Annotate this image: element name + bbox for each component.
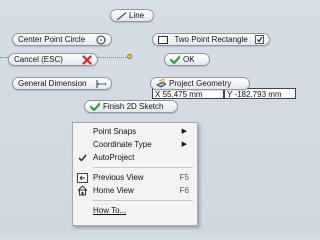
- finish-sketch-button[interactable]: Finish 2D Sketch: [84, 100, 178, 113]
- two-point-rectangle-button[interactable]: Two Point Rectangle: [152, 33, 270, 46]
- project-geometry-icon: [156, 78, 166, 89]
- previous-view-icon: [77, 172, 88, 183]
- dimension-icon: [96, 79, 106, 89]
- submenu-arrow-icon: ▶: [181, 141, 187, 148]
- ok-check-icon: [170, 54, 180, 65]
- menu-separator: [93, 200, 193, 201]
- submenu-arrow-icon: ▶: [181, 128, 187, 135]
- circle-icon: [96, 35, 106, 45]
- finish-check-icon: [90, 101, 100, 112]
- general-dimension-button[interactable]: General Dimension: [12, 77, 112, 90]
- menu-item-previous-view[interactable]: Previous View F5: [73, 171, 197, 184]
- center-point-circle-button[interactable]: Center Point Circle: [12, 33, 112, 46]
- cancel-x-icon: [82, 54, 92, 65]
- checkbox-icon: [254, 35, 264, 45]
- menu-separator: [93, 167, 193, 168]
- sketch-point: [127, 54, 132, 59]
- line-button[interactable]: Line: [110, 9, 154, 22]
- line-icon: [116, 11, 126, 21]
- project-geometry-button[interactable]: Project Geometry: [150, 77, 250, 90]
- checkmark-icon: [77, 152, 88, 163]
- construction-line-left: [0, 57, 8, 58]
- context-menu: Point Snaps ▶ Coordinate Type ▶ AutoProj…: [72, 122, 198, 226]
- ok-button[interactable]: OK: [164, 53, 210, 66]
- menu-item-how-to[interactable]: How To...: [73, 204, 197, 217]
- rectangle-icon: [158, 35, 168, 45]
- menu-item-autoproject[interactable]: AutoProject: [73, 151, 197, 164]
- construction-line-right: [98, 57, 128, 58]
- menu-item-point-snaps[interactable]: Point Snaps ▶: [73, 125, 197, 138]
- home-icon: [77, 185, 88, 196]
- menu-item-home-view[interactable]: Home View F6: [73, 184, 197, 197]
- cancel-button[interactable]: Cancel (ESC): [8, 53, 98, 66]
- menu-item-coordinate-type[interactable]: Coordinate Type ▶: [73, 138, 197, 151]
